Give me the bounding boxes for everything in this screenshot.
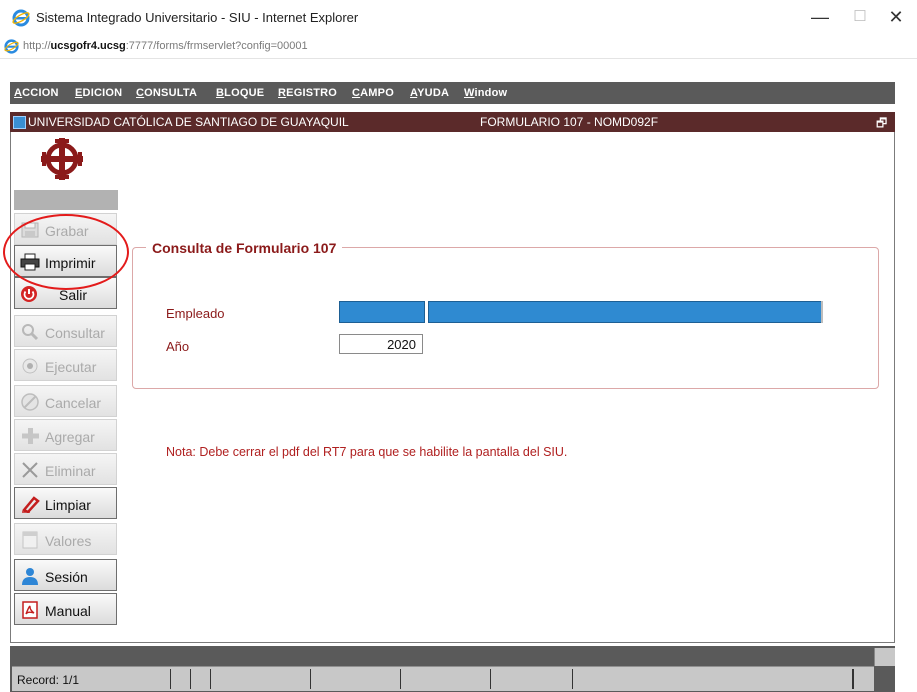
address-bar[interactable]: http://ucsgofr4.ucsg:7777/forms/frmservl… bbox=[0, 36, 917, 59]
save-icon bbox=[21, 222, 39, 238]
consultar-button[interactable]: Consultar bbox=[14, 315, 117, 347]
toolbar-separator bbox=[14, 190, 118, 210]
empleado-label: Empleado bbox=[166, 306, 225, 321]
menu-accion[interactable]: ACCION bbox=[14, 87, 59, 99]
form-icon bbox=[13, 116, 26, 129]
menu-bloque[interactable]: BLOQUE bbox=[216, 87, 264, 99]
cancelar-button[interactable]: Cancelar bbox=[14, 385, 117, 417]
window-title-bar: Sistema Integrado Universitario - SIU - … bbox=[0, 0, 917, 36]
menu-campo[interactable]: CAMPO bbox=[352, 87, 394, 99]
nota-message: Nota: Debe cerrar el pdf del RT7 para qu… bbox=[166, 445, 568, 459]
empleado-name-field[interactable] bbox=[428, 301, 822, 323]
eliminar-button[interactable]: Eliminar bbox=[14, 453, 117, 485]
menu-bar: ACCION EDICION CONSULTA BLOQUE REGISTRO … bbox=[10, 82, 895, 104]
salir-button[interactable]: Salir bbox=[14, 277, 117, 309]
status-separator bbox=[210, 669, 211, 689]
valores-button[interactable]: Valores bbox=[14, 523, 117, 555]
printer-icon bbox=[20, 253, 40, 271]
status-bar-end bbox=[874, 648, 895, 666]
record-indicator: Record: 1/1 bbox=[17, 673, 80, 687]
menu-ayuda[interactable]: AYUDA bbox=[410, 87, 449, 99]
maximize-button[interactable]: ☐ bbox=[840, 4, 880, 30]
sesion-button[interactable]: Sesión bbox=[14, 559, 117, 591]
limpiar-button[interactable]: Limpiar bbox=[14, 487, 117, 519]
close-button[interactable]: ✕ bbox=[876, 4, 916, 30]
internet-explorer-icon bbox=[12, 9, 30, 27]
menu-window[interactable]: Window bbox=[464, 87, 507, 99]
status-separator bbox=[490, 669, 491, 689]
university-cross-logo-icon bbox=[41, 138, 83, 180]
status-separator bbox=[170, 669, 171, 689]
form-title: FORMULARIO 107 - NOMD092F bbox=[480, 115, 659, 129]
plus-icon bbox=[22, 428, 39, 444]
manual-button[interactable]: Manual bbox=[14, 593, 117, 625]
user-icon bbox=[22, 568, 38, 585]
grabar-button[interactable]: Grabar bbox=[14, 213, 117, 245]
field-edge bbox=[821, 301, 823, 323]
status-separator bbox=[190, 669, 191, 689]
list-icon bbox=[22, 531, 38, 549]
frame-title: Consulta de Formulario 107 bbox=[146, 240, 343, 256]
address-url: http://ucsgofr4.ucsg:7777/forms/frmservl… bbox=[23, 40, 308, 52]
status-separator bbox=[572, 669, 573, 689]
menu-consulta[interactable]: CONSULTA bbox=[136, 87, 197, 99]
menu-registro[interactable]: REGISTRO bbox=[278, 87, 337, 99]
minimize-button[interactable]: — bbox=[800, 4, 840, 30]
x-icon bbox=[22, 462, 38, 478]
magnifier-icon bbox=[22, 324, 39, 341]
exit-icon bbox=[21, 286, 37, 302]
pdf-icon bbox=[22, 601, 38, 619]
imprimir-button[interactable]: Imprimir bbox=[14, 245, 117, 277]
menu-edicion[interactable]: EDICION bbox=[75, 87, 122, 99]
empleado-code-field[interactable] bbox=[339, 301, 425, 323]
agregar-button[interactable]: Agregar bbox=[14, 419, 117, 451]
university-name: UNIVERSIDAD CATÓLICA DE SANTIAGO DE GUAY… bbox=[28, 115, 349, 129]
status-bar-inner: Record: 1/1 bbox=[12, 666, 874, 691]
anio-field[interactable]: 2020 bbox=[339, 334, 423, 354]
status-bar: Record: 1/1 bbox=[10, 646, 895, 692]
eraser-icon bbox=[22, 496, 40, 513]
ejecutar-button[interactable]: Ejecutar bbox=[14, 349, 117, 381]
internet-explorer-icon bbox=[4, 39, 19, 54]
execute-icon bbox=[22, 358, 38, 374]
window-title: Sistema Integrado Universitario - SIU - … bbox=[36, 10, 359, 25]
status-separator bbox=[400, 669, 401, 689]
form-header: UNIVERSIDAD CATÓLICA DE SANTIAGO DE GUAY… bbox=[10, 112, 895, 132]
anio-label: Año bbox=[166, 339, 190, 354]
status-separator bbox=[310, 669, 311, 689]
cancel-icon bbox=[21, 393, 39, 411]
status-separator bbox=[852, 669, 854, 689]
